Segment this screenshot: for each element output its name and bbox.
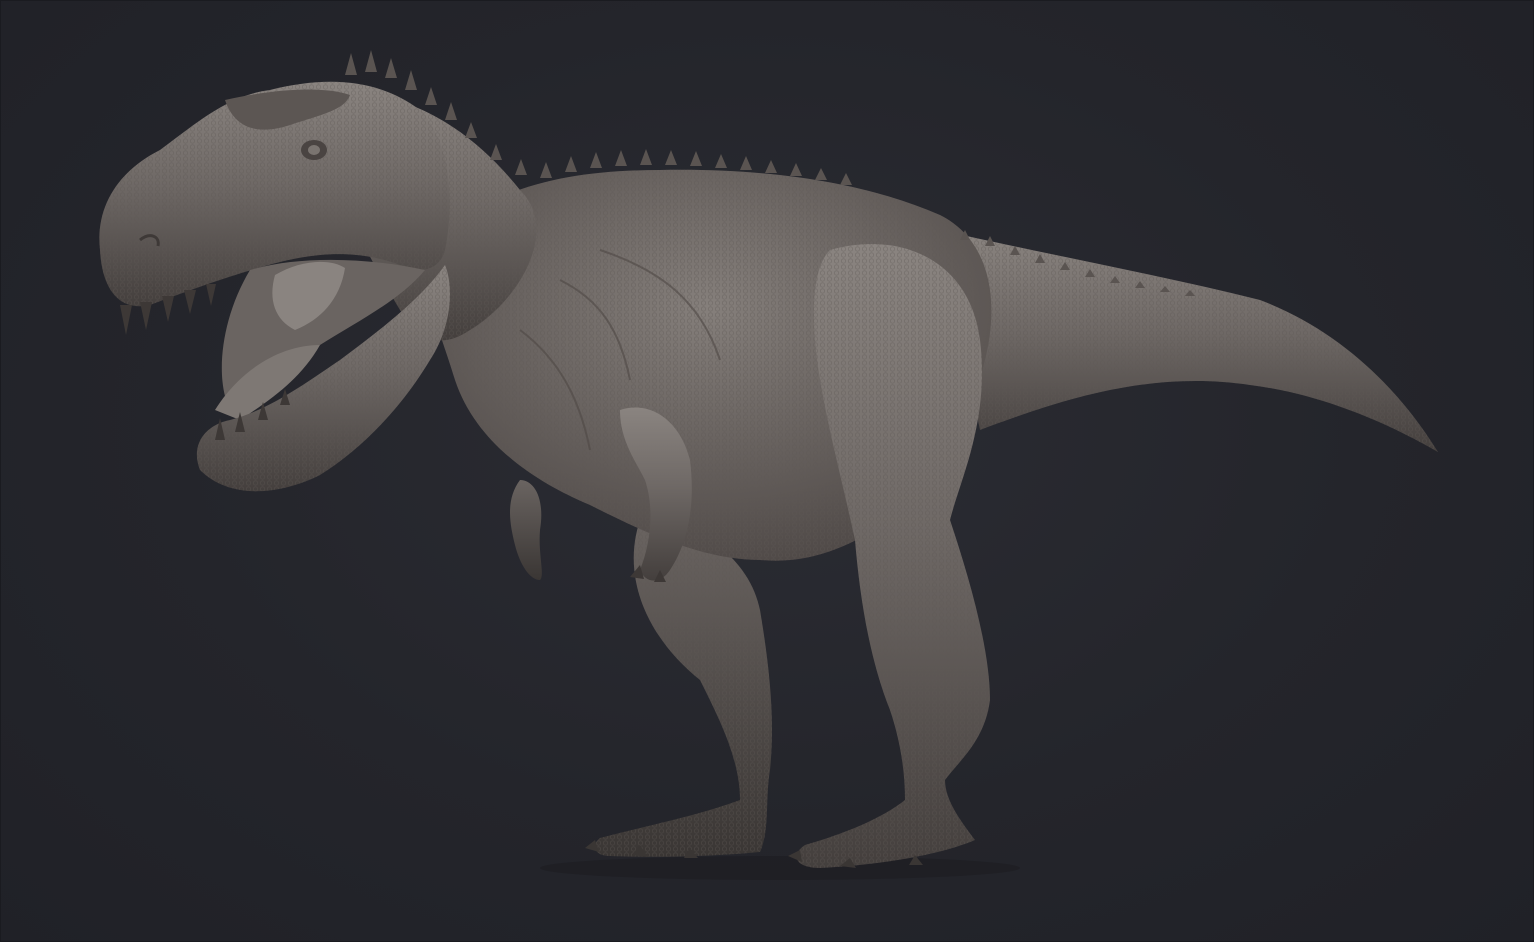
far-hind-leg bbox=[585, 520, 772, 858]
sculpt-viewport[interactable] bbox=[0, 0, 1534, 942]
head bbox=[99, 81, 450, 492]
near-hind-leg bbox=[788, 244, 990, 868]
tail bbox=[940, 230, 1438, 452]
dinosaur-sculpt-render bbox=[99, 50, 1438, 880]
ground-shadow bbox=[540, 856, 1020, 880]
